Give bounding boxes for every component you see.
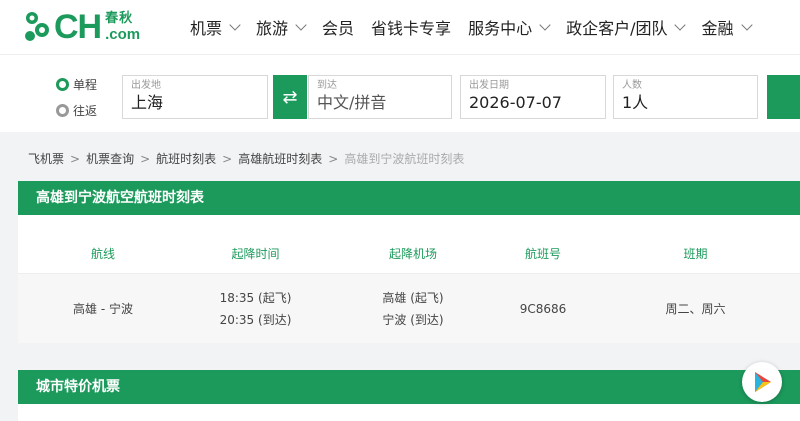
site-header: CH 春秋 .com 机票 旅游 会员 省钱卡专享 服务中心 政企客户/团队 金… xyxy=(0,0,800,54)
passenger-value: 1人 xyxy=(622,93,649,112)
breadcrumb-current: 高雄到宁波航班时刻表 xyxy=(344,152,465,166)
chevron-down-icon xyxy=(539,18,551,31)
trip-type-one-way[interactable]: 单程 xyxy=(56,75,97,93)
breadcrumb-link[interactable]: 飞机票 xyxy=(28,150,64,167)
radio-selected-icon[interactable] xyxy=(56,77,69,91)
breadcrumb-separator: > xyxy=(222,151,233,166)
nav-item-travel[interactable]: 旅游 xyxy=(256,15,307,39)
column-header-days: 班期 xyxy=(683,246,708,261)
chevron-down-icon xyxy=(229,18,241,31)
breadcrumb-separator: > xyxy=(70,151,81,166)
days-cell: 周二、周六 xyxy=(665,301,726,316)
city-deals-title: 城市特价机票 xyxy=(18,370,800,404)
depart-airport: 高雄 (起飞) xyxy=(382,290,444,305)
logo-mark-icon xyxy=(25,12,49,41)
airports-cell: 高雄 (起飞) 宁波 (到达) xyxy=(323,274,503,343)
schedule-table-header: 航线 起降时间 起降机场 航班号 班期 xyxy=(18,233,800,273)
departure-date-field[interactable]: 出发日期 2026-07-07 xyxy=(460,75,606,119)
nav-item-service-center[interactable]: 服务中心 xyxy=(468,15,551,39)
main-nav: 机票 旅游 会员 省钱卡专享 服务中心 政企客户/团队 金融 xyxy=(190,15,768,39)
logo-wordmark: CH xyxy=(54,8,102,46)
breadcrumb-separator: > xyxy=(140,151,151,166)
arrive-time: 20:35 (到达) xyxy=(219,312,292,327)
radio-unselected-icon[interactable] xyxy=(56,103,69,117)
nav-item-savings-card[interactable]: 省钱卡专享 xyxy=(371,15,451,39)
search-button[interactable] xyxy=(767,75,800,119)
swap-icon: ⇄ xyxy=(282,86,298,108)
departure-field[interactable]: 出发地 上海 xyxy=(122,75,268,119)
city-deals-panel: 城市特价机票 xyxy=(18,370,800,421)
logo-chinese-text: 春秋 xyxy=(105,11,134,26)
logo[interactable]: CH 春秋 .com xyxy=(22,7,172,47)
breadcrumb-link[interactable]: 高雄航班时刻表 xyxy=(238,150,322,167)
swap-cities-button[interactable]: ⇄ xyxy=(273,75,307,119)
arrival-placeholder: 中文/拼音 xyxy=(317,93,387,112)
chevron-down-icon xyxy=(295,18,307,31)
date-label: 出发日期 xyxy=(469,80,509,91)
route-cell: 高雄 - 宁波 xyxy=(73,301,133,316)
passenger-label: 人数 xyxy=(622,80,642,91)
flight-number-cell: 9C8686 xyxy=(519,301,567,316)
nav-item-finance[interactable]: 金融 xyxy=(701,15,753,39)
depart-time: 18:35 (起飞) xyxy=(219,290,292,305)
chevron-down-icon xyxy=(740,18,753,31)
breadcrumb-link[interactable]: 航班时刻表 xyxy=(156,150,216,167)
nav-item-flights[interactable]: 机票 xyxy=(190,15,241,39)
table-row: 高雄 - 宁波 18:35 (起飞) 20:35 (到达) 高雄 (起飞) 宁波… xyxy=(18,273,800,343)
breadcrumb-separator: > xyxy=(328,151,339,166)
schedule-panel: 高雄到宁波航空航班时刻表 航线 起降时间 起降机场 航班号 班期 高雄 - 宁波… xyxy=(18,181,800,343)
floating-app-badge[interactable] xyxy=(742,362,782,402)
passenger-count-field[interactable]: 人数 1人 xyxy=(613,75,758,119)
arrival-field[interactable]: 到达 中文/拼音 xyxy=(308,75,452,119)
arrival-label: 到达 xyxy=(317,80,337,91)
breadcrumb: 飞机票 > 机票查询 > 航班时刻表 > 高雄航班时刻表 > 高雄到宁波航班时刻… xyxy=(28,150,464,167)
breadcrumb-link[interactable]: 机票查询 xyxy=(86,150,134,167)
date-value: 2026-07-07 xyxy=(469,93,562,112)
times-cell: 18:35 (起飞) 20:35 (到达) xyxy=(188,274,323,343)
flight-search-bar: 单程 往返 出发地 上海 ⇄ 到达 中文/拼音 出发日期 2026-07-07 … xyxy=(0,54,800,132)
trip-type-round-trip[interactable]: 往返 xyxy=(56,101,97,119)
arrive-airport: 宁波 (到达) xyxy=(382,312,444,327)
departure-value: 上海 xyxy=(131,93,164,112)
schedule-title: 高雄到宁波航空航班时刻表 xyxy=(18,181,800,215)
departure-label: 出发地 xyxy=(131,80,161,91)
column-header-route: 航线 xyxy=(90,246,115,261)
column-header-times: 起降时间 xyxy=(231,246,280,261)
nav-item-membership[interactable]: 会员 xyxy=(322,15,354,39)
nav-item-corporate[interactable]: 政企客户/团队 xyxy=(566,15,687,39)
column-header-airports: 起降机场 xyxy=(388,246,437,261)
play-logo-icon xyxy=(755,372,771,392)
chevron-down-icon xyxy=(674,18,687,31)
logo-domain-text: .com xyxy=(105,26,141,43)
column-header-flight-no: 航班号 xyxy=(524,246,561,261)
trip-type-group: 单程 往返 xyxy=(56,75,97,127)
